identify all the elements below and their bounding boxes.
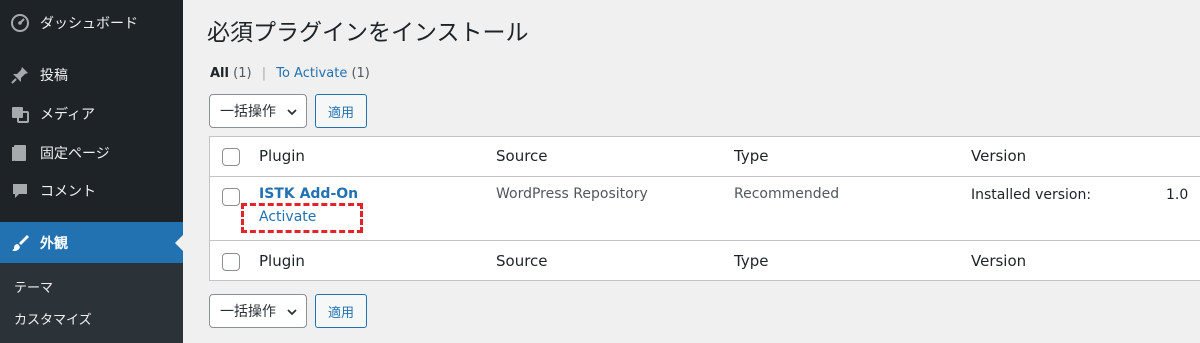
bulk-action-select-bottom[interactable]: 一括操作 — [209, 294, 307, 328]
brush-icon — [0, 233, 40, 253]
media-icon — [0, 104, 40, 124]
column-footer-plugin[interactable]: Plugin — [259, 252, 305, 270]
filter-all[interactable]: All — [210, 66, 229, 81]
menu-label-posts: 投稿 — [40, 68, 68, 84]
table-footer-row: Plugin Source Type Version — [210, 240, 1200, 280]
menu-label-pages: 固定ページ — [40, 146, 110, 162]
main-content: 必須プラグインをインストール All (1) | To Activate (1)… — [183, 0, 1200, 343]
column-footer-type[interactable]: Type — [734, 252, 768, 270]
dashboard-icon — [0, 13, 40, 33]
column-header-type[interactable]: Type — [734, 147, 768, 165]
bulk-action-value: 一括操作 — [220, 104, 276, 120]
table-header-row: Plugin Source Type Version — [210, 137, 1200, 177]
menu-item-media[interactable]: メディア — [0, 95, 183, 133]
column-footer-source[interactable]: Source — [496, 252, 548, 270]
chevron-down-icon — [286, 306, 298, 322]
column-footer-version[interactable]: Version — [971, 252, 1026, 270]
filter-separator: | — [261, 66, 267, 81]
select-all-checkbox[interactable] — [222, 148, 240, 166]
filter-to-activate-count: (1) — [351, 66, 370, 81]
chevron-down-icon — [286, 106, 298, 122]
submenu-item-themes[interactable]: テーマ — [14, 277, 53, 296]
menu-item-appearance[interactable]: 外観 — [0, 222, 183, 263]
installed-version-value: 1.0 — [1166, 187, 1189, 203]
filter-to-activate[interactable]: To Activate — [276, 66, 347, 81]
comment-icon — [0, 181, 40, 201]
page-title: 必須プラグインをインストール — [207, 20, 529, 46]
menu-item-comments[interactable]: コメント — [0, 172, 183, 210]
installed-version-label: Installed version: — [971, 187, 1092, 203]
menu-label-dashboard: ダッシュボード — [40, 16, 138, 32]
bulk-action-value: 一括操作 — [220, 304, 276, 320]
column-header-version[interactable]: Version — [971, 147, 1026, 165]
plugin-name-link[interactable]: ISTK Add-On — [259, 186, 358, 202]
appearance-submenu: テーマ カスタマイズ — [0, 263, 183, 343]
plugin-source: WordPress Repository — [496, 186, 648, 202]
admin-sidebar: ダッシュボード 投稿 メディア 固定ページ コメント 外観 テーマ カスタマイズ — [0, 0, 183, 343]
activate-highlight-box — [241, 203, 363, 233]
active-menu-arrow — [175, 234, 183, 251]
menu-label-appearance: 外観 — [40, 235, 68, 252]
plugins-table: Plugin Source Type Version ISTK Add-On A… — [209, 136, 1200, 281]
row-checkbox[interactable] — [222, 188, 240, 206]
pin-icon — [0, 65, 40, 85]
filter-all-count: (1) — [233, 66, 252, 81]
apply-button-top[interactable]: 適用 — [315, 94, 367, 128]
select-all-checkbox-footer[interactable] — [222, 253, 240, 271]
menu-label-media: メディア — [40, 107, 96, 123]
apply-button-bottom[interactable]: 適用 — [315, 294, 367, 328]
column-header-source[interactable]: Source — [496, 147, 548, 165]
submenu-item-customize[interactable]: カスタマイズ — [14, 309, 92, 328]
menu-item-pages[interactable]: 固定ページ — [0, 134, 183, 172]
menu-item-posts[interactable]: 投稿 — [0, 56, 183, 94]
menu-item-dashboard[interactable]: ダッシュボード — [0, 4, 183, 42]
page-icon — [0, 143, 40, 163]
plugin-type: Recommended — [734, 186, 840, 202]
status-filters: All (1) | To Activate (1) — [210, 66, 370, 81]
table-row: ISTK Add-On Activate WordPress Repositor… — [210, 177, 1200, 240]
bulk-action-select-top[interactable]: 一括操作 — [209, 94, 307, 128]
menu-label-comments: コメント — [40, 184, 96, 200]
column-header-plugin[interactable]: Plugin — [259, 147, 305, 165]
